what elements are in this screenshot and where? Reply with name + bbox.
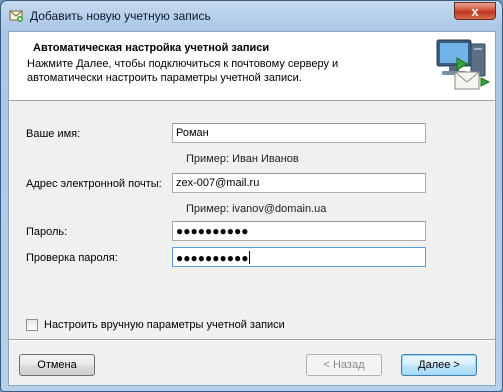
email-field[interactable]: zex-007@mail.ru [172,173,426,193]
mail-account-icon [9,8,23,22]
text-caret [249,251,251,264]
header-title: Автоматическая настройка учетной записи [33,42,270,54]
name-example: Пример: Иван Иванов [186,153,299,165]
title-bar[interactable]: Добавить новую учетную запись x [1,1,502,31]
header-description: Нажмите Далее, чтобы подключиться к почт… [27,58,339,84]
password-field[interactable]: ●●●●●●●●●● [172,221,426,241]
password-label: Пароль: [26,226,68,238]
dialog-window: Добавить новую учетную запись x Автомати… [0,0,503,392]
name-label: Ваше имя: [26,128,81,140]
computer-mail-icon [427,34,493,98]
email-label: Адрес электронной почты: [26,178,162,190]
manual-setup-checkbox[interactable] [26,319,38,331]
close-icon: x [471,4,479,19]
footer-divider [9,339,495,341]
confirm-password-mask: ●●●●●●●●●● [176,251,249,265]
window-title: Добавить новую учетную запись [30,9,211,23]
email-field-value: zex-007@mail.ru [176,177,260,189]
confirm-password-field[interactable]: ●●●●●●●●●● [172,247,426,267]
cancel-button[interactable]: Отмена [19,354,95,376]
header-banner: Автоматическая настройка учетной записи … [9,32,495,101]
name-field[interactable]: Роман [172,123,426,143]
email-example: Пример: ivanov@domain.ua [186,203,327,215]
name-field-value: Роман [176,127,209,139]
next-button[interactable]: Далее > [401,354,477,376]
manual-setup-label[interactable]: Настроить вручную параметры учетной запи… [44,319,285,331]
back-button[interactable]: < Назад [306,354,382,376]
confirm-password-label: Проверка пароля: [26,252,118,264]
dialog-client-area: Автоматическая настройка учетной записи … [8,31,496,386]
password-mask: ●●●●●●●●●● [176,224,249,238]
close-button[interactable]: x [454,2,496,20]
